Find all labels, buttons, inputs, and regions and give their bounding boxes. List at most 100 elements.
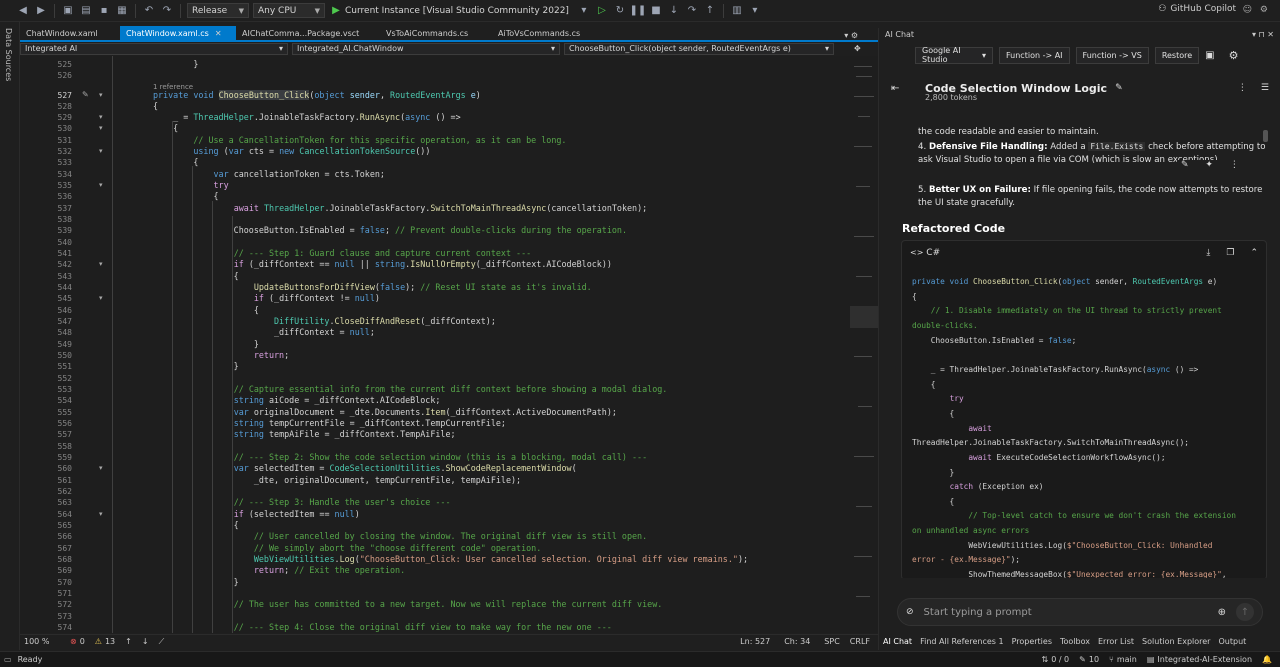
solution-explorer-icon[interactable]: ▥ — [728, 3, 746, 19]
edit-message-icon[interactable]: ✎ — [1181, 160, 1189, 170]
configuration-dropdown[interactable]: Release ▼ — [187, 3, 249, 18]
undo-icon[interactable]: ↶ — [140, 3, 158, 19]
edit-title-icon[interactable]: ✎ — [1115, 83, 1123, 93]
arrow-down-icon[interactable]: ↓ — [142, 637, 149, 646]
pencil-icon[interactable]: ✎ — [1079, 655, 1086, 664]
tab-toolbox[interactable]: Toolbox — [1060, 637, 1090, 646]
download-icon[interactable]: ⤓ — [1206, 248, 1210, 258]
prompt-input[interactable]: ⊘ Start typing a prompt ⊕ ↑ — [897, 598, 1263, 626]
navigate-back-icon[interactable]: ◀ — [14, 3, 32, 19]
chat-messages[interactable]: the code readable and easier to maintain… — [879, 126, 1280, 578]
fold-icon[interactable]: ▾ — [99, 259, 103, 270]
more-options-icon[interactable]: ⋮ — [1238, 83, 1247, 93]
minimap[interactable] — [850, 56, 878, 633]
tab-ai-chat[interactable]: AI Chat — [883, 637, 912, 646]
tab-solution-explorer[interactable]: Solution Explorer — [1142, 637, 1210, 646]
git-changes[interactable]: 0 / 0 — [1051, 655, 1069, 664]
collapse-sidebar-icon[interactable]: ⇤ — [891, 83, 913, 94]
tab-vstoaicommands[interactable]: VsToAiCommands.cs — [380, 26, 492, 40]
chevron-down-icon[interactable]: ▾ — [575, 3, 593, 19]
fold-icon[interactable]: ▾ — [99, 123, 103, 134]
copy-icon[interactable]: ❐ — [1226, 248, 1234, 258]
tab-find-all-references[interactable]: Find All References 1 — [920, 637, 1003, 646]
fold-icon[interactable]: ▾ — [99, 146, 103, 157]
zoom-level[interactable]: 100 % — [24, 637, 70, 646]
fold-icon[interactable]: ▾ — [99, 180, 103, 191]
tab-output[interactable]: Output — [1218, 637, 1246, 646]
error-icon[interactable]: ⊗ — [70, 637, 77, 646]
more-icon[interactable]: ⋮ — [1230, 160, 1239, 170]
navigate-forward-icon[interactable]: ▶ — [32, 3, 50, 19]
warning-icon[interactable]: ⚠ — [95, 637, 102, 646]
close-icon[interactable]: ✕ — [215, 29, 222, 38]
account-icon[interactable]: ⚙ — [1260, 5, 1268, 15]
line-ending[interactable]: CRLF — [850, 637, 870, 646]
tab-chatwindow-xaml[interactable]: ChatWindow.xaml — [20, 26, 120, 40]
member-dropdown[interactable]: ChooseButton_Click(object sender, Routed… — [564, 42, 834, 55]
fold-icon[interactable]: ▾ — [99, 463, 103, 474]
class-dropdown[interactable]: Integrated_AI.ChatWindow ▾ — [292, 42, 560, 55]
git-branch[interactable]: main — [1117, 655, 1137, 664]
send-icon[interactable]: ↑ — [1236, 603, 1254, 621]
scrollbar-thumb[interactable] — [1263, 130, 1268, 142]
tab-error-list[interactable]: Error List — [1098, 637, 1134, 646]
feedback-icon[interactable]: ☺ — [1243, 5, 1252, 15]
tune-settings-icon[interactable]: ☰ — [1261, 83, 1269, 93]
toolbar-options-icon[interactable]: ▾ — [746, 3, 764, 19]
copilot-button[interactable]: ⚇ GitHub Copilot — [1158, 4, 1236, 14]
start-without-debug-icon[interactable]: ▷ — [593, 3, 611, 19]
restore-button[interactable]: Restore — [1154, 46, 1200, 64]
fold-icon[interactable]: ▾ — [99, 509, 103, 520]
provider-dropdown[interactable]: Google AI Studio ▾ — [915, 46, 993, 64]
step-into-icon[interactable]: ↓ — [665, 3, 683, 19]
start-icon[interactable]: ▶ — [327, 3, 345, 19]
attach-icon[interactable]: ⊘ — [906, 607, 914, 617]
sparkle-icon[interactable]: ✦ — [1205, 160, 1213, 170]
function-to-ai-button[interactable]: Function -> AI — [999, 46, 1070, 64]
collapse-icon[interactable]: ⌃ — [1250, 248, 1258, 258]
new-project-icon[interactable]: ▣ — [59, 3, 77, 19]
save-all-icon[interactable]: ▦ — [113, 3, 131, 19]
hot-reload-icon[interactable]: ↻ — [611, 3, 629, 19]
data-sources-tab[interactable]: Data Sources — [4, 28, 13, 81]
tab-overflow-icon[interactable]: ▾ ⚙ — [844, 31, 858, 40]
branch-icon[interactable]: ⑂ — [1109, 655, 1114, 664]
platform-dropdown[interactable]: Any CPU ▼ — [253, 3, 325, 18]
repository-icon[interactable]: ▤ — [1147, 655, 1155, 664]
add-icon[interactable]: ⊕ — [1218, 607, 1226, 618]
fold-icon[interactable]: ▾ — [99, 293, 103, 304]
save-icon[interactable]: ▣ — [1205, 50, 1214, 61]
project-dropdown[interactable]: Integrated AI ▾ — [20, 42, 288, 55]
panel-controls[interactable]: ▾ ⊓ ✕ — [1252, 30, 1274, 39]
fold-icon[interactable]: ▾ — [99, 90, 103, 101]
repository-name[interactable]: Integrated-AI-Extension — [1157, 655, 1252, 664]
stop-icon[interactable]: ■ — [647, 3, 665, 19]
tab-properties[interactable]: Properties — [1012, 637, 1052, 646]
indent-mode[interactable]: SPC — [824, 637, 840, 646]
settings-gear-icon[interactable]: ⚙ — [1229, 49, 1239, 62]
arrow-up-icon[interactable]: ↑ — [125, 637, 132, 646]
line-number[interactable]: Ln: 527 — [740, 637, 770, 646]
tab-aitovscommands[interactable]: AiToVsCommands.cs — [492, 26, 604, 40]
minimap-viewport[interactable] — [850, 306, 878, 328]
tab-vsct[interactable]: AIChatComma...Package.vsct — [236, 26, 380, 40]
step-out-icon[interactable]: ↑ — [701, 3, 719, 19]
edit-pencil-icon[interactable]: ✎ — [82, 90, 89, 99]
redo-icon[interactable]: ↷ — [158, 3, 176, 19]
split-editor-icon[interactable]: ✥ — [854, 44, 861, 53]
fold-icon[interactable]: ▾ — [99, 112, 103, 123]
notifications-icon[interactable]: 🔔 — [1262, 655, 1272, 664]
brush-icon[interactable]: ⟋ — [159, 637, 165, 647]
edits-count[interactable]: 10 — [1089, 655, 1099, 664]
function-to-vs-button[interactable]: Function -> VS — [1075, 46, 1149, 64]
navigation-bar: Integrated AI ▾ Integrated_AI.ChatWindow ▾… — [20, 42, 878, 55]
run-target-label[interactable]: Current Instance [Visual Studio Communit… — [345, 6, 569, 16]
tab-chatwindow-xaml-cs[interactable]: ChatWindow.xaml.cs ✕ — [120, 26, 236, 40]
git-changes-icon[interactable]: ⇅ — [1041, 655, 1048, 664]
pause-icon[interactable]: ❚❚ — [629, 3, 647, 19]
column-number[interactable]: Ch: 34 — [784, 637, 810, 646]
save-icon[interactable]: ▪ — [95, 3, 113, 19]
step-over-icon[interactable]: ↷ — [683, 3, 701, 19]
open-folder-icon[interactable]: ▤ — [77, 3, 95, 19]
code-editor[interactable]: 525 } 526 1 reference 527 ✎ ▾ private void … — [20, 56, 878, 633]
